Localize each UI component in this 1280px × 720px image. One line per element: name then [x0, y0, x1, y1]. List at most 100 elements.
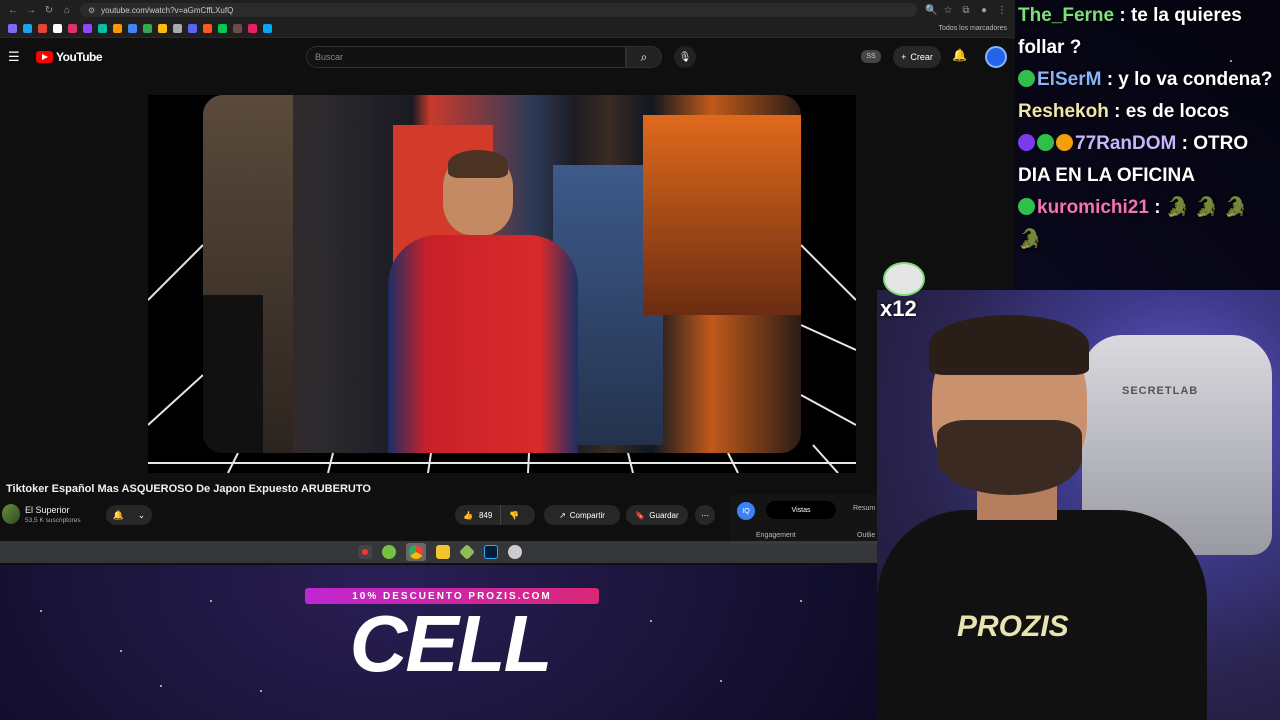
chat-badge-icon: [1018, 198, 1035, 215]
outlier-label: Outlie: [857, 532, 876, 539]
thumbs-down-icon: 👎: [509, 510, 520, 520]
search-placeholder: Buscar: [315, 52, 344, 62]
bookmark-icon[interactable]: [218, 24, 227, 33]
tab-resum[interactable]: Resum: [853, 505, 875, 512]
star: [160, 685, 162, 687]
chat-username: ElSerM: [1037, 69, 1102, 90]
person-jersey: [388, 235, 578, 453]
bookmark-icon[interactable]: [38, 24, 47, 33]
folder-icon[interactable]: [436, 545, 450, 559]
browser-window: ← → ↻ ⌂ ⚙ youtube.com/watch?v=aGmCffLXuf…: [0, 0, 1015, 565]
bookmark-icon[interactable]: [188, 24, 197, 33]
tab-vistas[interactable]: Vistas: [766, 501, 836, 519]
chat-username: Reshekoh: [1018, 101, 1109, 122]
bookmark-icon[interactable]: [53, 24, 62, 33]
app-icon[interactable]: [508, 545, 522, 559]
chat-overlay: The_Ferne : te la quieres follar ? ElSerM…: [1015, 0, 1280, 290]
bookmark-icon[interactable]: [248, 24, 257, 33]
obs-icon[interactable]: [358, 545, 372, 559]
back-icon[interactable]: ←: [8, 5, 18, 16]
bookmark-icon: 🔖: [635, 510, 646, 520]
like-button[interactable]: 👍 849: [455, 505, 502, 525]
photoshop-icon[interactable]: [484, 545, 498, 559]
chrome-taskbar-button[interactable]: [406, 543, 426, 561]
bookmark-icon[interactable]: [8, 24, 17, 33]
search-input[interactable]: Buscar: [306, 46, 626, 68]
bookmark-icon[interactable]: [233, 24, 242, 33]
chat-text: : es de locos: [1108, 101, 1230, 122]
zoom-icon[interactable]: 🔍: [925, 5, 937, 16]
bookmark-icon[interactable]: [98, 24, 107, 33]
notifications-bell-icon[interactable]: 🔔: [952, 48, 967, 62]
bookmark-icon[interactable]: [203, 24, 212, 33]
chat-message: ElSerM : y lo va condena?: [1018, 64, 1274, 96]
home-icon[interactable]: ⌂: [62, 5, 72, 16]
forward-icon[interactable]: →: [26, 5, 36, 16]
all-bookmarks-label[interactable]: Todos los marcadores: [939, 25, 1007, 32]
address-bar: ← → ↻ ⌂ ⚙ youtube.com/watch?v=aGmCffLXuf…: [0, 0, 1015, 20]
bookmark-icon[interactable]: [263, 24, 272, 33]
star: [120, 650, 122, 652]
voice-search-button[interactable]: 🎙: [674, 46, 696, 68]
save-label: Guardar: [649, 510, 679, 520]
app-icon[interactable]: [459, 544, 475, 560]
video-player[interactable]: [148, 95, 856, 473]
bookmark-icon[interactable]: [158, 24, 167, 33]
app-icon[interactable]: [382, 545, 396, 559]
more-actions-button[interactable]: ⋯: [695, 505, 715, 525]
thumbs-up-icon: 👍: [463, 510, 473, 520]
analytics-logo[interactable]: IQ: [737, 502, 755, 520]
bookmarks-bar: Todos los marcadores: [0, 20, 1015, 38]
hamburger-menu-icon[interactable]: ☰: [8, 49, 22, 65]
star: [720, 680, 722, 682]
bell-icon: 🔔: [112, 509, 125, 520]
share-button[interactable]: ↗ Compartir: [544, 505, 620, 525]
chat-badge-icon: [1018, 134, 1035, 151]
taskbar: [0, 541, 880, 563]
channel-avatar[interactable]: [2, 504, 20, 524]
star: [650, 620, 652, 622]
bookmark-star-icon[interactable]: ☆: [943, 5, 953, 16]
profile-icon[interactable]: ●: [979, 5, 989, 16]
bookmark-icon[interactable]: [128, 24, 137, 33]
create-button[interactable]: + Crear: [893, 46, 941, 68]
account-avatar[interactable]: [985, 46, 1007, 68]
youtube-logo[interactable]: YouTube: [36, 50, 103, 64]
like-count: 849: [478, 510, 493, 520]
chat-username: 77RanDOM: [1075, 133, 1177, 154]
chat-username: kuromichi21: [1037, 197, 1149, 218]
plus-icon: +: [901, 52, 907, 62]
bookmark-icon[interactable]: [143, 24, 152, 33]
bookmark-icon[interactable]: [68, 24, 77, 33]
url-field[interactable]: ⚙ youtube.com/watch?v=aGmCffLXufQ: [80, 3, 917, 17]
site-info-icon[interactable]: ⚙: [88, 6, 95, 15]
url-text: youtube.com/watch?v=aGmCffLXufQ: [101, 5, 234, 15]
gift-icon: [883, 262, 925, 296]
share-icon: ↗: [559, 510, 566, 520]
search-button[interactable]: ⌕: [626, 46, 662, 68]
bookmark-icon[interactable]: [173, 24, 182, 33]
reload-icon[interactable]: ↻: [44, 5, 54, 16]
star: [210, 600, 212, 602]
streamer-hair: [929, 315, 1089, 375]
subscription-bell-button[interactable]: 🔔 ⌄: [106, 505, 152, 525]
studio-badge[interactable]: SS: [861, 50, 881, 63]
dislike-button[interactable]: 👎: [501, 511, 527, 520]
video-frame[interactable]: [203, 95, 801, 453]
channel-name[interactable]: El Superior: [25, 505, 70, 515]
promo-code: CELL: [349, 599, 553, 688]
more-horizontal-icon: ⋯: [701, 510, 709, 520]
youtube-header: ☰ YouTube Buscar ⌕ 🎙 SS + Crear 🔔: [0, 38, 1015, 76]
browser-menu-icon[interactable]: ⋮: [997, 5, 1007, 16]
bookmark-icon[interactable]: [83, 24, 92, 33]
chat-message: 77RanDOM : OTRO DIA EN LA OFICINA: [1018, 128, 1274, 192]
extensions-icon[interactable]: ⧉: [961, 5, 971, 16]
bookmark-icon[interactable]: [23, 24, 32, 33]
bookmark-icon[interactable]: [113, 24, 122, 33]
chair-brand: SECRETLAB: [1122, 385, 1199, 397]
share-label: Compartir: [569, 510, 605, 520]
create-label: Crear: [910, 52, 933, 62]
star: [260, 690, 262, 692]
chat-badge-icon: [1037, 134, 1054, 151]
save-button[interactable]: 🔖 Guardar: [626, 505, 688, 525]
